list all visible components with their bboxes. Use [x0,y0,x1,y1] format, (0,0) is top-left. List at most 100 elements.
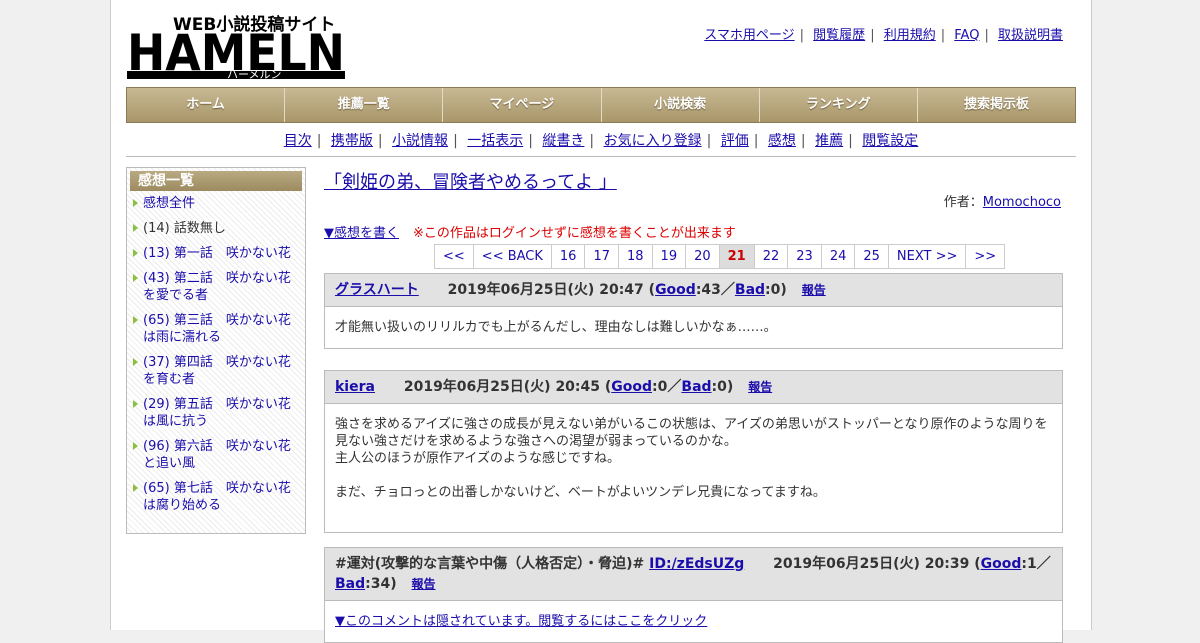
write-row: ▼感想を書く ※この作品はログインせずに感想を書くことが出来ます [324,222,736,241]
smartphone-link[interactable]: スマホ用ページ [704,28,794,43]
sidebar-item[interactable]: (43) 第二話 咲かない花を愛でる者 [133,270,299,304]
sidebar-item[interactable]: (65) 第三話 咲かない花は雨に濡れる [133,312,299,346]
report-link[interactable]: 報告 [802,283,826,297]
subnav-mobile[interactable]: 携帯版 [331,133,373,149]
pager-first[interactable]: << [435,245,474,268]
pager-page[interactable]: 25 [855,245,889,268]
comment-header: グラスハート 2019年06月25日(火) 20:47 (Good:43／Bad… [325,274,1062,307]
comment-date: 2019年06月25日(火) 20:45 [403,379,601,395]
comment-user-link[interactable]: グラスハート [335,282,419,298]
sidebar-item[interactable]: (96) 第六話 咲かない花と追い風 [133,438,299,472]
comment-text: 強さを求めるアイズに強さの成長が見えない弟がいるこの状態は、アイズの弟思いがスト… [335,417,1048,449]
terms-link[interactable]: 利用規約 [884,28,936,43]
comment-card: グラスハート 2019年06月25日(火) 20:47 (Good:43／Bad… [324,273,1063,349]
sidebar-item-ep4[interactable]: (37) 第四話 咲かない花を育む者 [143,355,291,387]
sub-nav: 目次 | 携帯版 | 小説情報 | 一括表示 | 縦書き | お気に入り登録 | 評価 | 感… [283,133,919,149]
comment-date: 2019年06月25日(火) 20:47 [447,282,644,298]
comment-user-link[interactable]: ID:/zEdsUZg [649,556,744,572]
main-nav: ホーム 推薦一覧 マイページ 小説検索 ランキング 捜索掲示板 [126,87,1076,123]
pager-page[interactable]: 22 [754,245,789,268]
nav-mypage[interactable]: マイページ [443,88,602,122]
sidebar-item: (14) 話数無し [133,220,299,237]
sidebar-list: 感想全件 (14) 話数無し (13) 第一話 咲かない花 (43) 第二話 咲… [127,195,305,514]
good-count: 43 [701,282,721,298]
sidebar-item-ep1[interactable]: (13) 第一話 咲かない花 [143,246,291,261]
sidebar-item-no-episode: (14) 話数無し [143,221,226,236]
report-link[interactable]: 報告 [412,577,436,591]
report-link[interactable]: 報告 [748,380,772,394]
bad-link[interactable]: Bad [681,379,711,395]
moderation-flag: #運対(攻撃的な言葉や中傷（人格否定）・脅迫)# [335,556,645,572]
subnav-toc[interactable]: 目次 [284,133,312,149]
good-link[interactable]: Good [611,379,652,395]
subnav-settings[interactable]: 閲覧設定 [862,133,918,149]
novel-title-link[interactable]: 「剣姫の弟、冒険者やめるってよ 」 [324,172,617,193]
sidebar-item[interactable]: (65) 第七話 咲かない花は腐り始める [133,480,299,514]
comment-header: kiera 2019年06月25日(火) 20:45 (Good:0／Bad:0… [325,371,1062,404]
subnav-reviews[interactable]: 感想 [768,133,796,149]
manual-link[interactable]: 取扱説明書 [998,28,1063,43]
pager-next[interactable]: NEXT >> [888,245,967,268]
subnav-vertical[interactable]: 縦書き [542,133,584,149]
comment-card: kiera 2019年06月25日(火) 20:45 (Good:0／Bad:0… [324,370,1063,533]
pagination: << << BACK 16 17 18 19 20 21 22 23 24 25… [434,244,1006,269]
nav-ranking[interactable]: ランキング [760,88,918,122]
bad-count: 0 [770,282,781,298]
sidebar-item[interactable]: (13) 第一話 咲かない花 [133,245,299,262]
pager-current: 21 [719,245,755,268]
pager-page[interactable]: 23 [788,245,822,268]
nav-home[interactable]: ホーム [127,88,286,122]
author-line: 作者：Momochoco [944,191,1061,210]
comment-date: 2019年06月25日(火) 20:39 [773,556,970,572]
sidebar-item-ep6[interactable]: (96) 第六話 咲かない花と追い風 [143,439,291,471]
bad-count: 34 [370,576,391,592]
pager-page[interactable]: 20 [686,245,720,268]
comment-body: 才能無い扱いのリリルカでも上がるんだし、理由なしは難しいかなぁ……。 [325,307,1062,348]
good-count: 0 [657,379,668,395]
write-review-link[interactable]: ▼感想を書く [324,226,399,241]
sidebar-item-all[interactable]: 感想全件 [143,196,195,211]
sidebar-item[interactable]: (37) 第四話 咲かない花を育む者 [133,354,299,388]
subnav-bulk[interactable]: 一括表示 [467,133,523,149]
sidebar-item[interactable]: (29) 第五話 咲かない花は風に抗う [133,396,299,430]
pager-page[interactable]: 24 [821,245,856,268]
sidebar-item-ep3[interactable]: (65) 第三話 咲かない花は雨に濡れる [143,313,291,345]
nav-recommend[interactable]: 推薦一覧 [285,88,444,122]
bad-link[interactable]: Bad [735,282,765,298]
comment-text: 才能無い扱いのリリルカでも上がるんだし、理由なしは難しいかなぁ……。 [335,320,777,335]
sidebar-item-ep5[interactable]: (29) 第五話 咲かない花は風に抗う [143,397,291,429]
author-link[interactable]: Momochoco [983,195,1061,210]
pager-page[interactable]: 18 [619,245,653,268]
subnav-rate[interactable]: 評価 [721,133,749,149]
subnav-info[interactable]: 小説情報 [392,133,448,149]
faq-link[interactable]: FAQ [954,28,979,43]
comment-text: まだ、チョロっとの出番しかないけど、ベートがよいツンデレ兄貴になってますね。 [335,485,826,500]
nav-search[interactable]: 小説検索 [602,88,760,122]
subnav-recommend[interactable]: 推薦 [815,133,843,149]
pager-page[interactable]: 19 [652,245,687,268]
comment-body: ▼このコメントは隠されています。閲覧するにはここをクリック [325,601,1062,642]
good-link[interactable]: Good [981,556,1022,572]
pager-back[interactable]: << BACK [473,245,552,268]
sidebar-item[interactable]: 感想全件 [133,195,299,212]
sidebar-item-ep2[interactable]: (43) 第二話 咲かない花を愛でる者 [143,271,291,303]
comment-body: 強さを求めるアイズに強さの成長が見えない弟がいるこの状態は、アイズの弟思いがスト… [325,404,1062,532]
sidebar-item-ep7[interactable]: (65) 第七話 咲かない花は腐り始める [143,481,291,513]
page-container: WEB小説投稿サイト HAMELN ハーメルン スマホ用ページ | 閲覧履歴 | 利… [110,0,1092,643]
good-link[interactable]: Good [655,282,696,298]
hidden-comment-link[interactable]: ▼このコメントは隠されています。閲覧するにはここをクリック [335,614,707,629]
hameln-logo[interactable]: WEB小説投稿サイト HAMELN ハーメルン [127,10,345,80]
bad-link[interactable]: Bad [335,576,365,592]
subnav-favorite[interactable]: お気に入り登録 [604,133,702,149]
comment-card: #運対(攻撃的な言葉や中傷（人格否定）・脅迫)# ID:/zEdsUZg 201… [324,547,1063,643]
nav-board[interactable]: 捜索掲示板 [918,88,1075,122]
comment-header: #運対(攻撃的な言葉や中傷（人格否定）・脅迫)# ID:/zEdsUZg 201… [325,548,1062,601]
comment-user-link[interactable]: kiera [335,379,375,395]
pager-page[interactable]: 17 [585,245,619,268]
history-link[interactable]: 閲覧履歴 [813,28,865,43]
login-notice: ※この作品はログインせずに感想を書くことが出来ます [413,226,736,241]
novel-title: 「剣姫の弟、冒険者やめるってよ 」 [324,168,617,194]
good-count: 1 [1026,556,1037,572]
pager-last[interactable]: >> [966,245,1005,268]
pager-page[interactable]: 16 [551,245,586,268]
